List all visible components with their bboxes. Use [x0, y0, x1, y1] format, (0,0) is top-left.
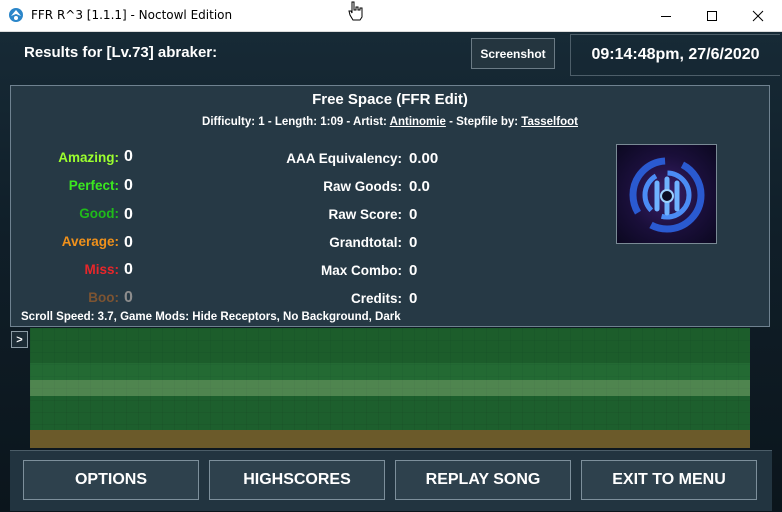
song-cover-art [616, 144, 717, 244]
artist-link[interactable]: Antinomie [390, 116, 446, 128]
graph-band-lower [30, 396, 750, 430]
hand-cursor-icon [346, 0, 366, 22]
ffr-app-icon [8, 7, 24, 23]
stepfile-label: - Stepfile by: [445, 116, 522, 128]
exit-to-menu-button[interactable]: EXIT TO MENU [581, 460, 757, 500]
difficulty-length-text: Difficulty: 1 - Length: 1:09 - Artist: [202, 116, 390, 128]
highscores-button[interactable]: HIGHSCORES [209, 460, 385, 500]
game-mods-line: Scroll Speed: 3.7, Game Mods: Hide Recep… [21, 311, 401, 323]
graph-band-perfect [30, 363, 750, 380]
screenshot-button[interactable]: Screenshot [471, 38, 555, 69]
raw-goods-label: Raw Goods: [323, 179, 402, 194]
options-button[interactable]: OPTIONS [23, 460, 199, 500]
accuracy-graph [30, 328, 750, 448]
credits-label: Credits: [350, 291, 402, 306]
graph-band-boo [30, 430, 750, 448]
song-info: Difficulty: 1 - Length: 1:09 - Artist: A… [10, 116, 770, 128]
minimize-icon [661, 15, 671, 17]
credits-value: 0 [409, 290, 418, 307]
maximize-button[interactable] [689, 0, 735, 31]
song-title: Free Space (FFR Edit) [312, 91, 468, 108]
maximize-icon [707, 10, 717, 21]
grandtotal-label: Grandtotal: [329, 235, 402, 250]
raw-goods-value: 0.0 [409, 178, 430, 195]
graph-expand-button[interactable]: > [11, 331, 28, 348]
results-title: Results for [Lv.73] abraker: [24, 44, 218, 61]
max-combo-value: 0 [409, 262, 418, 279]
close-button[interactable] [735, 0, 781, 31]
window-title: FFR R^3 [1.1.1] - Noctowl Edition [31, 8, 233, 22]
raw-score-label: Raw Score: [328, 207, 402, 222]
aaa-equivalency-label: AAA Equivalency: [286, 151, 402, 166]
aaa-equivalency-value: 0.00 [409, 150, 439, 167]
raw-score-value: 0 [409, 206, 418, 223]
datetime-display: 09:14:48pm, 27/6/2020 [570, 34, 780, 76]
max-combo-label: Max Combo: [321, 263, 402, 278]
graph-band-amazing [30, 380, 750, 396]
graph-band-upper [30, 328, 750, 363]
close-icon [752, 10, 764, 21]
minimize-button[interactable] [643, 0, 689, 31]
stepfile-author-link[interactable]: Tasselfoot [521, 116, 578, 128]
replay-song-button[interactable]: REPLAY SONG [395, 460, 571, 500]
grandtotal-value: 0 [409, 234, 418, 251]
